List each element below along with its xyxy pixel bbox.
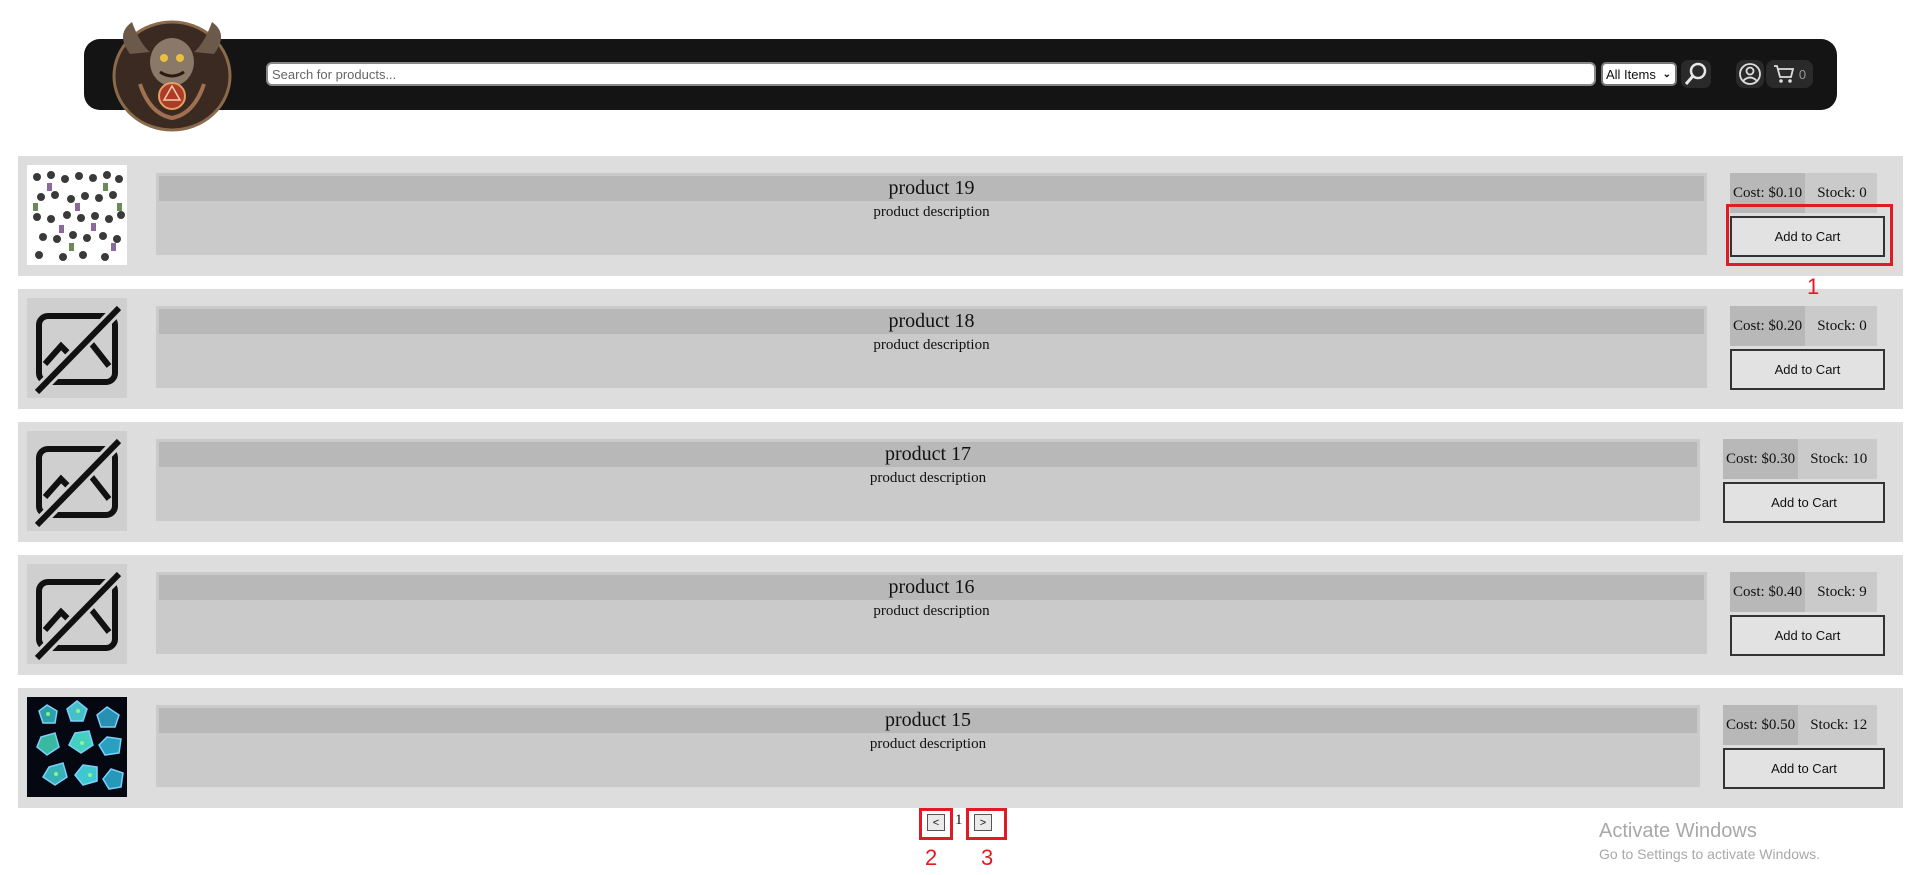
product-description: product description bbox=[869, 736, 987, 752]
annotation-box-2 bbox=[919, 808, 953, 840]
price-stock: Cost: $0.20 Stock: 0 bbox=[1730, 306, 1877, 346]
product-description: product description bbox=[873, 337, 990, 353]
product-image bbox=[27, 431, 127, 531]
product-cost: Cost: $0.50 bbox=[1723, 705, 1799, 745]
price-stock: Cost: $0.40 Stock: 9 bbox=[1730, 572, 1877, 612]
product-stock: Stock: 0 bbox=[1805, 306, 1877, 346]
annotation-label-3: 3 bbox=[981, 845, 994, 870]
product-title: product 16 bbox=[159, 575, 1704, 600]
product-info: product 16 product description bbox=[156, 572, 1707, 654]
product-stock: Stock: 10 bbox=[1798, 439, 1878, 479]
product-row: product 18 product description Cost: $0.… bbox=[18, 289, 1903, 409]
product-title: product 15 bbox=[159, 708, 1697, 733]
product-description: product description bbox=[873, 603, 990, 619]
annotation-label-2: 2 bbox=[925, 845, 938, 870]
product-info: product 17 product description bbox=[156, 439, 1700, 521]
annotation-box-1 bbox=[1726, 204, 1893, 266]
product-image bbox=[27, 298, 127, 398]
product-title: product 17 bbox=[159, 442, 1697, 467]
product-description: product description bbox=[873, 204, 990, 220]
search-button[interactable] bbox=[1681, 60, 1711, 88]
product-description: product description bbox=[869, 470, 987, 486]
watermark-title: Activate Windows bbox=[1599, 820, 1757, 842]
product-title: product 18 bbox=[159, 309, 1704, 334]
price-stock: Cost: $0.50 Stock: 12 bbox=[1723, 705, 1878, 745]
product-row: product 16 product description Cost: $0.… bbox=[18, 555, 1903, 675]
add-to-cart-button[interactable]: Add to Cart bbox=[1730, 349, 1885, 390]
product-info: product 18 product description bbox=[156, 306, 1707, 388]
add-to-cart-button[interactable]: Add to Cart bbox=[1723, 748, 1885, 789]
product-title: product 19 bbox=[159, 176, 1704, 201]
product-image bbox=[27, 564, 127, 664]
product-info: product 19 product description bbox=[156, 173, 1707, 255]
page-number: 1 bbox=[955, 812, 963, 828]
add-to-cart-button[interactable]: Add to Cart bbox=[1730, 615, 1885, 656]
search-icon bbox=[1684, 62, 1707, 85]
no-image-icon bbox=[32, 569, 123, 660]
category-select[interactable]: All Items ⌄ bbox=[1601, 62, 1677, 86]
user-icon bbox=[1739, 63, 1761, 85]
product-image bbox=[27, 165, 127, 265]
annotation-box-3 bbox=[966, 808, 1007, 840]
no-image-icon bbox=[32, 436, 123, 527]
product-row: product 15 product description Cost: $0.… bbox=[18, 688, 1903, 808]
watermark-subtitle: Go to Settings to activate Windows. bbox=[1599, 846, 1820, 862]
no-image-icon bbox=[32, 303, 123, 394]
store-logo-icon[interactable] bbox=[110, 14, 234, 132]
product-row: product 17 product description Cost: $0.… bbox=[18, 422, 1903, 542]
product-image bbox=[27, 697, 127, 797]
product-cost: Cost: $0.20 bbox=[1730, 306, 1806, 346]
annotation-label-1: 1 bbox=[1807, 274, 1820, 299]
product-cost: Cost: $0.40 bbox=[1730, 572, 1806, 612]
product-cost: Cost: $0.30 bbox=[1723, 439, 1799, 479]
category-select-value: All Items bbox=[1606, 66, 1656, 82]
product-stock: Stock: 12 bbox=[1798, 705, 1878, 745]
price-stock: Cost: $0.30 Stock: 10 bbox=[1723, 439, 1878, 479]
chevron-down-icon: ⌄ bbox=[1662, 68, 1671, 80]
cart-icon bbox=[1773, 65, 1795, 83]
cart-button[interactable]: 0 bbox=[1766, 60, 1813, 88]
product-stock: Stock: 9 bbox=[1805, 572, 1877, 612]
cart-count: 0 bbox=[1798, 66, 1807, 82]
search-input[interactable] bbox=[266, 62, 1596, 86]
account-button[interactable] bbox=[1736, 60, 1764, 88]
product-info: product 15 product description bbox=[156, 705, 1700, 787]
add-to-cart-button[interactable]: Add to Cart bbox=[1723, 482, 1885, 523]
product-row: product 19 product description Cost: $0.… bbox=[18, 156, 1903, 276]
